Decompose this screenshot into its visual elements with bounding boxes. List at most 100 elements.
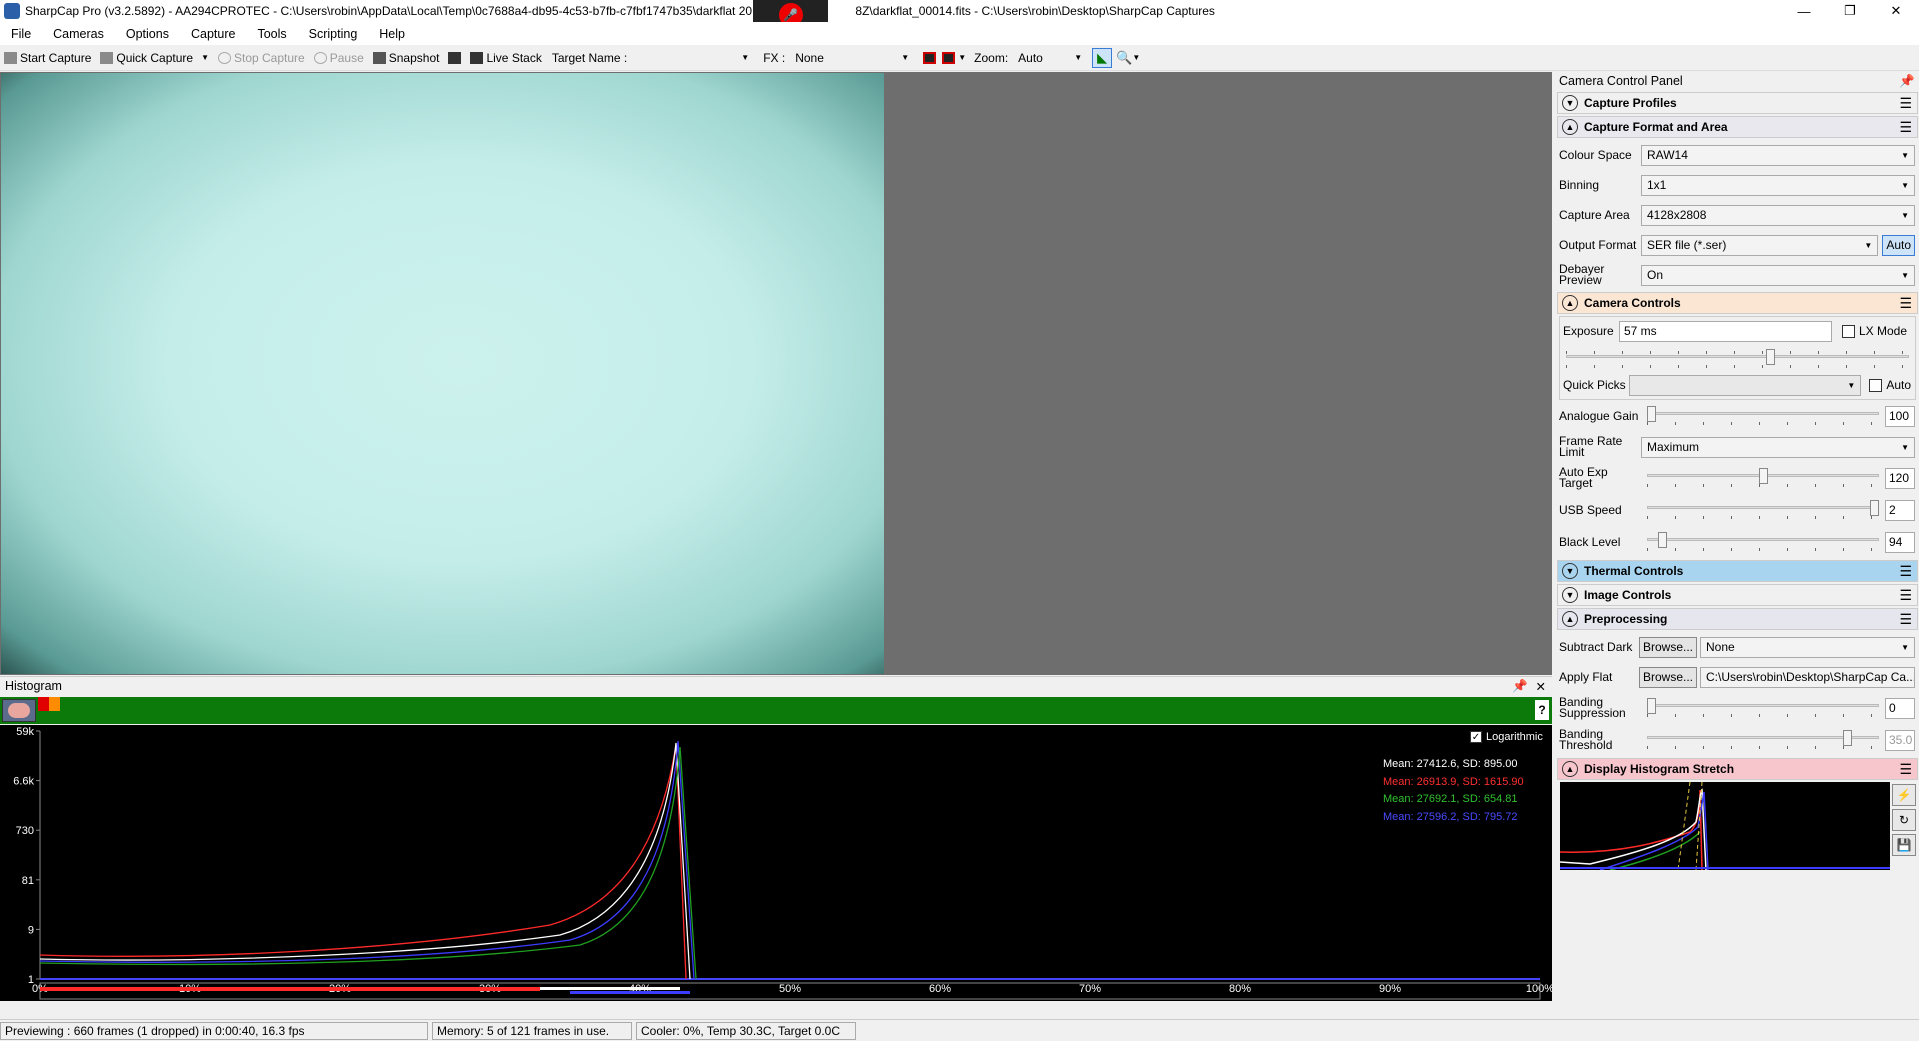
mid-point-marker[interactable] xyxy=(49,697,60,711)
menu-icon[interactable]: ☰ xyxy=(1899,611,1912,628)
menu-icon[interactable]: ☰ xyxy=(1899,119,1912,136)
pin-icon[interactable]: 📌 xyxy=(1512,679,1528,694)
binning-select[interactable]: 1x1 ▼ xyxy=(1641,174,1915,196)
menu-tools[interactable]: Tools xyxy=(246,27,297,41)
quick-picks-auto-toggle[interactable]: Auto xyxy=(1869,378,1911,392)
subtract-dark-browse-button[interactable]: Browse... xyxy=(1639,636,1698,658)
output-auto-button[interactable]: Auto xyxy=(1882,234,1915,256)
histogram-stretch-bar[interactable]: ? xyxy=(0,697,1552,724)
section-preprocessing[interactable]: ▲ Preprocessing ☰ xyxy=(1557,608,1918,630)
x-tick-label: 90% xyxy=(1379,983,1401,995)
snapshot-button[interactable]: Snapshot xyxy=(372,51,439,65)
display-toggle-button[interactable] xyxy=(448,51,464,64)
stop-capture-button[interactable]: Stop Capture xyxy=(218,51,305,65)
section-thermal-controls[interactable]: ▼ Thermal Controls ☰ xyxy=(1557,560,1918,582)
output-format-select[interactable]: SER file (*.ser) ▼ xyxy=(1641,234,1879,256)
expand-icon[interactable]: ▼ xyxy=(1562,587,1578,603)
section-display-histogram-stretch[interactable]: ▲ Display Histogram Stretch ☰ xyxy=(1557,758,1918,780)
overlay-button[interactable]: ▼ xyxy=(942,51,966,64)
camera-icon xyxy=(100,51,114,64)
colour-space-select[interactable]: RAW14 ▼ xyxy=(1641,144,1915,166)
dropdown-arrow-icon[interactable]: ▼ xyxy=(201,53,209,62)
image-view[interactable] xyxy=(0,72,1552,675)
help-button[interactable]: ? xyxy=(1535,700,1549,720)
close-icon[interactable]: ✕ xyxy=(1536,679,1546,694)
maximize-button[interactable]: ❐ xyxy=(1827,0,1873,22)
menu-help[interactable]: Help xyxy=(368,27,416,41)
apply-flat-select[interactable]: C:\Users\robin\Desktop\SharpCap Ca...▼ xyxy=(1700,666,1915,688)
histogram-toggle-button[interactable]: ◣ xyxy=(1092,47,1113,68)
usb-speed-slider[interactable] xyxy=(1647,500,1879,520)
reset-icon[interactable]: ↻ xyxy=(1892,809,1916,831)
quick-picks-auto-checkbox[interactable] xyxy=(1869,378,1883,392)
collapse-icon[interactable]: ▲ xyxy=(1562,611,1578,627)
black-level-slider[interactable] xyxy=(1647,532,1879,552)
stats-red: Mean: 26913.9, SD: 1615.90 xyxy=(1383,775,1524,788)
menu-scripting[interactable]: Scripting xyxy=(298,27,369,41)
magnifier-icon: 🔍 xyxy=(1116,49,1133,65)
subtract-dark-select[interactable]: None ▼ xyxy=(1700,636,1915,658)
black-level-value[interactable]: 94 xyxy=(1885,531,1915,553)
expand-icon[interactable]: ▼ xyxy=(1562,95,1578,111)
start-capture-button[interactable]: Start Capture xyxy=(4,51,91,65)
analogue-gain-slider[interactable] xyxy=(1647,406,1879,426)
menu-icon[interactable]: ☰ xyxy=(1899,761,1912,778)
minimize-button[interactable]: — xyxy=(1781,0,1827,22)
banding-threshold-slider[interactable] xyxy=(1647,730,1879,750)
banding-suppression-value[interactable]: 0 xyxy=(1885,697,1915,719)
menu-options[interactable]: Options xyxy=(115,27,180,41)
histogram-title: Histogram xyxy=(5,679,62,693)
section-camera-controls[interactable]: ▲ Camera Controls ☰ xyxy=(1557,292,1918,314)
dropdown-arrow-icon[interactable]: ▼ xyxy=(1132,53,1140,62)
target-name-select[interactable]: ▼ xyxy=(631,49,753,67)
frame-rate-select[interactable]: Maximum ▼ xyxy=(1641,436,1915,458)
auto-exp-target-value[interactable]: 120 xyxy=(1885,467,1915,489)
capture-area-select[interactable]: 4128x2808 ▼ xyxy=(1641,204,1915,226)
collapse-icon[interactable]: ▲ xyxy=(1562,119,1578,135)
save-icon[interactable]: 💾 xyxy=(1892,834,1916,856)
quick-picks-select[interactable]: ▼ xyxy=(1629,374,1862,396)
zoom-select[interactable]: Auto ▼ xyxy=(1014,49,1086,67)
menu-capture[interactable]: Capture xyxy=(180,27,246,41)
pause-button[interactable]: Pause xyxy=(313,51,364,65)
quick-capture-button[interactable]: Quick Capture ▼ xyxy=(100,51,209,65)
menu-icon[interactable]: ☰ xyxy=(1899,95,1912,112)
auto-exp-target-slider[interactable] xyxy=(1647,468,1879,488)
auto-stretch-icon[interactable]: ⚡ xyxy=(1892,784,1916,806)
menu-file[interactable]: File xyxy=(0,27,42,41)
lx-mode-toggle[interactable]: LX Mode xyxy=(1842,324,1907,338)
apply-flat-browse-button[interactable]: Browse... xyxy=(1639,666,1698,688)
menu-icon[interactable]: ☰ xyxy=(1899,587,1912,604)
zoom-tool-button[interactable]: 🔍 ▼ xyxy=(1116,50,1140,66)
banding-threshold-value[interactable]: 35.0 xyxy=(1885,729,1915,751)
section-image-controls[interactable]: ▼ Image Controls ☰ xyxy=(1557,584,1918,606)
menu-cameras[interactable]: Cameras xyxy=(42,27,115,41)
close-button[interactable]: ✕ xyxy=(1873,0,1919,22)
menu-icon[interactable]: ☰ xyxy=(1899,295,1912,312)
expand-icon[interactable]: ▼ xyxy=(1562,563,1578,579)
logarithmic-checkbox[interactable]: ✓ xyxy=(1470,731,1482,743)
fx-select[interactable]: None ▼ xyxy=(791,49,913,67)
lx-mode-checkbox[interactable] xyxy=(1842,324,1855,338)
auto-stretch-button[interactable] xyxy=(2,699,36,722)
fx-label: FX : xyxy=(763,50,786,65)
mini-histogram[interactable] xyxy=(1559,781,1890,871)
menu-icon[interactable]: ☰ xyxy=(1899,563,1912,580)
section-capture-format[interactable]: ▲ Capture Format and Area ☰ xyxy=(1557,116,1918,138)
collapse-icon[interactable]: ▲ xyxy=(1562,295,1578,311)
banding-suppression-slider[interactable] xyxy=(1647,698,1879,718)
exposure-input[interactable]: 57 ms xyxy=(1619,320,1832,342)
camera-control-panel: Camera Control Panel 📌 ▼ Capture Profiles ☰… xyxy=(1556,72,1919,1017)
usb-speed-value[interactable]: 2 xyxy=(1885,499,1915,521)
dropdown-arrow-icon[interactable]: ▼ xyxy=(958,53,966,62)
crosshair-button[interactable] xyxy=(923,51,939,64)
black-point-marker[interactable] xyxy=(38,697,49,711)
section-capture-profiles[interactable]: ▼ Capture Profiles ☰ xyxy=(1557,92,1918,114)
debayer-select[interactable]: On ▼ xyxy=(1641,264,1915,286)
logarithmic-toggle[interactable]: ✓ Logarithmic xyxy=(1470,731,1543,743)
live-stack-button[interactable]: Live Stack xyxy=(470,51,542,65)
analogue-gain-value[interactable]: 100 xyxy=(1885,405,1915,427)
exposure-slider[interactable] xyxy=(1566,345,1909,371)
collapse-icon[interactable]: ▲ xyxy=(1562,761,1578,777)
pin-icon[interactable]: 📌 xyxy=(1899,74,1915,89)
